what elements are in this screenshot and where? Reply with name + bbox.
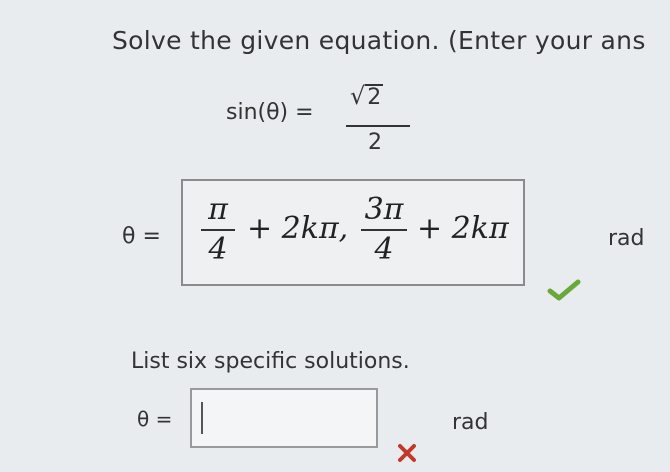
text-cursor <box>201 402 203 434</box>
unit-label: rad <box>608 226 645 251</box>
radicand: 2 <box>365 84 384 110</box>
fraction-bar <box>361 229 407 231</box>
equation-numerator: √ 2 <box>350 82 384 110</box>
periodic-term: + 2kπ <box>417 211 509 246</box>
fraction-pi-over-4: π 4 <box>201 195 235 265</box>
theta-label: θ = <box>137 407 173 431</box>
fraction-numerator: 3π <box>364 192 404 227</box>
equation-rhs-fraction: √ 2 2 <box>346 82 410 158</box>
general-solution-answer-field[interactable]: π 4 + 2kπ, 3π 4 + 2kπ <box>181 179 525 286</box>
fraction-bar <box>201 229 235 231</box>
equation-lhs: sin(θ) = <box>226 100 314 125</box>
check-icon <box>547 279 581 301</box>
equation-denominator: 2 <box>368 130 382 155</box>
periodic-term: + 2kπ, <box>247 211 349 246</box>
specific-solutions-input[interactable] <box>190 388 378 448</box>
fraction-bar <box>346 125 410 127</box>
question-instruction: Solve the given equation. (Enter your an… <box>112 26 646 55</box>
fraction-3pi-over-4: 3π 4 <box>361 195 407 265</box>
fraction-denominator: 4 <box>374 232 394 267</box>
x-icon <box>398 444 416 462</box>
sub-question-prompt: List six specific solutions. <box>131 349 410 374</box>
theta-label: θ = <box>122 224 161 249</box>
unit-label: rad <box>452 410 489 435</box>
fraction-numerator: π <box>208 192 228 227</box>
fraction-denominator: 4 <box>208 232 228 267</box>
square-root-symbol: √ <box>350 82 366 110</box>
